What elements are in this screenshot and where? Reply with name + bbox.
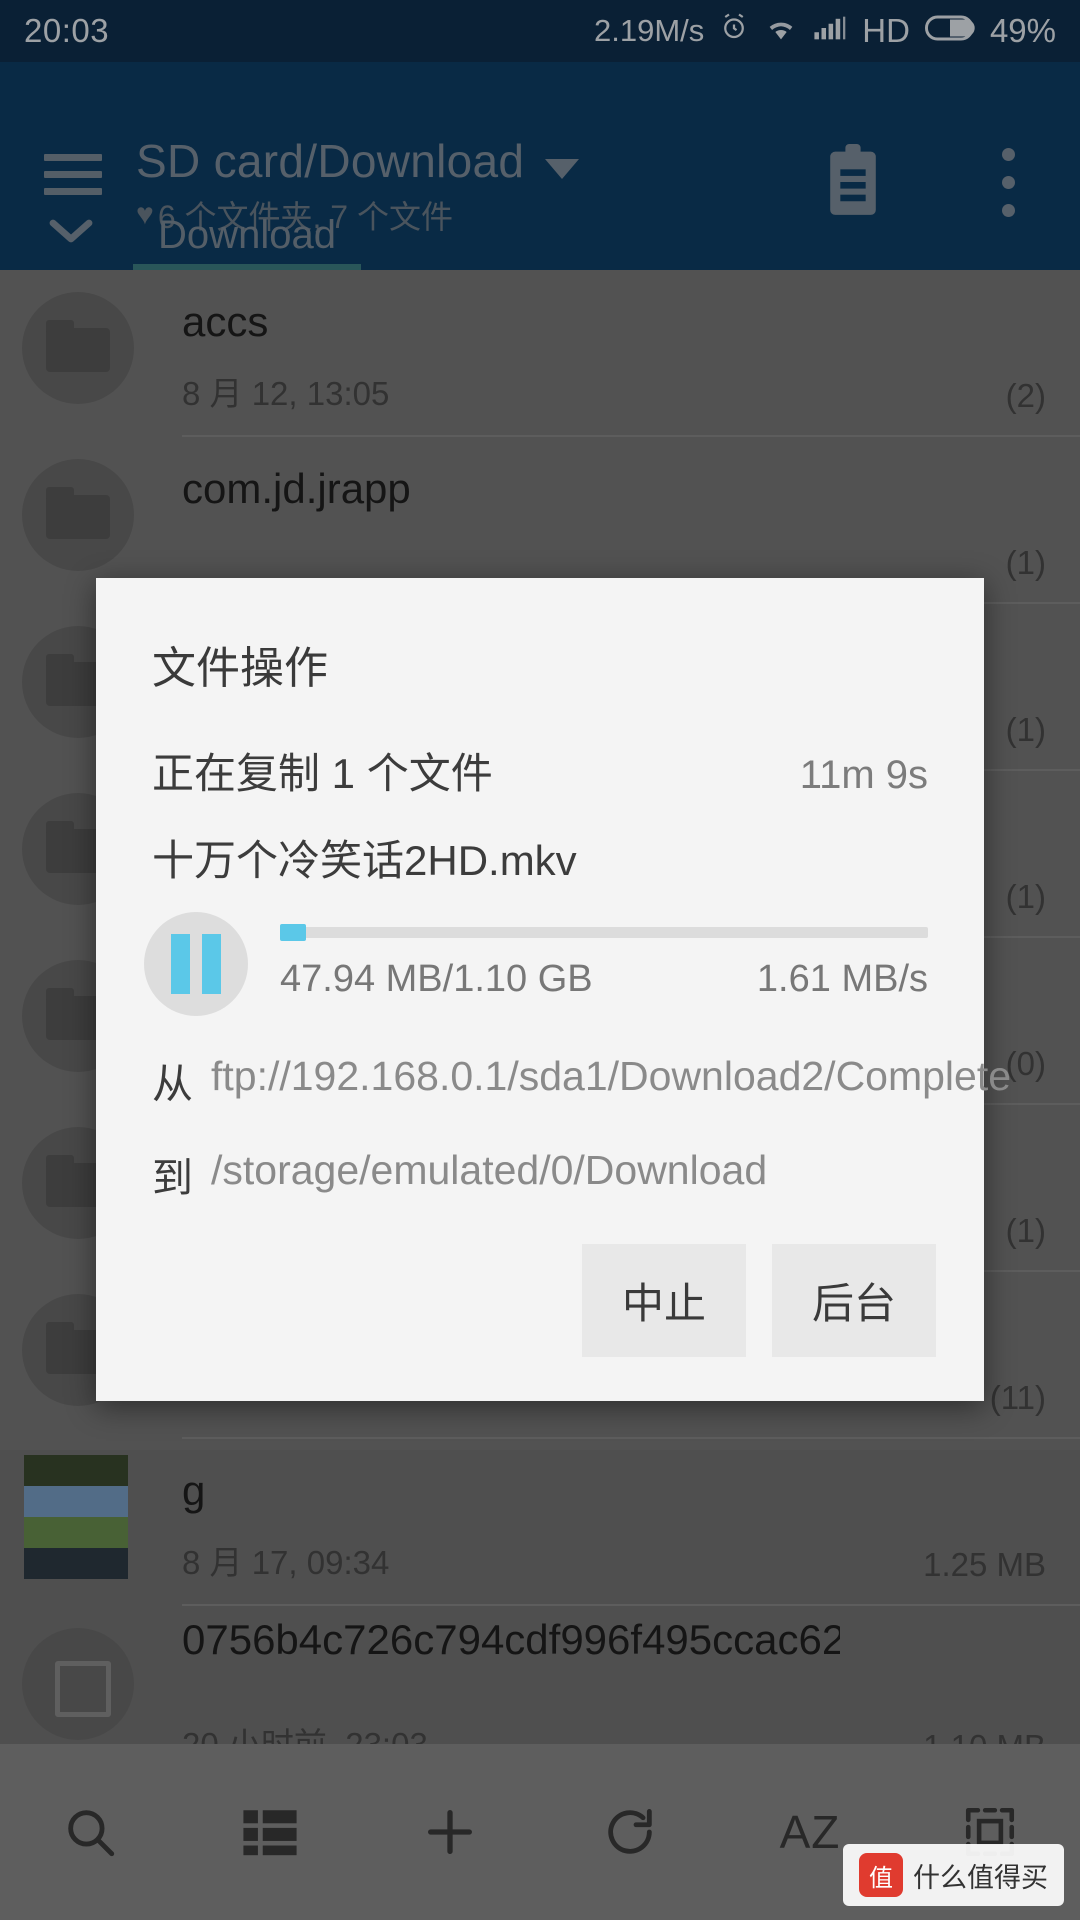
source-path: ftp://192.168.0.1/sda1/Download2/Complet… [211, 1053, 1012, 1099]
destination-label: 到 [152, 1155, 193, 1201]
progress-bar-fill [280, 924, 306, 941]
file-operation-dialog: 文件操作 正在复制 1 个文件 11m 9s 十万个冷笑话2HD.mkv 47.… [96, 578, 1011, 1401]
dialog-actions: 中止 后台 [96, 1204, 984, 1401]
source-label: 从 [152, 1061, 193, 1107]
destination-path-row: 到 /storage/emulated/0/Download [96, 1110, 984, 1204]
watermark-badge: 值 [859, 1853, 903, 1897]
pause-icon[interactable] [144, 912, 248, 1016]
current-file-name: 十万个冷笑话2HD.mkv [152, 837, 577, 884]
time-remaining: 11m 9s [799, 753, 928, 797]
transferred-bytes: 47.94 MB/1.10 GB [280, 958, 593, 1000]
abort-button[interactable]: 中止 [581, 1244, 746, 1357]
watermark-text: 什么值得买 [913, 1862, 1048, 1893]
phone-screen: 20:03 2.19M/s HD 49% SD card/Download ♥ … [0, 0, 1080, 1920]
progress-area: 47.94 MB/1.10 GB 1.61 MB/s [96, 888, 984, 1016]
transfer-speed: 1.61 MB/s [756, 958, 928, 1000]
operation-status-row: 正在复制 1 个文件 11m 9s [96, 696, 984, 801]
dialog-title: 文件操作 [152, 644, 328, 693]
operation-status: 正在复制 1 个文件 [152, 750, 493, 797]
source-path-row: 从 ftp://192.168.0.1/sda1/Download2/Compl… [96, 1016, 1011, 1110]
background-button[interactable]: 后台 [771, 1244, 936, 1357]
destination-path: /storage/emulated/0/Download [211, 1147, 768, 1193]
progress-bar [280, 924, 928, 941]
watermark: 值 什么值得买 [843, 1844, 1064, 1906]
